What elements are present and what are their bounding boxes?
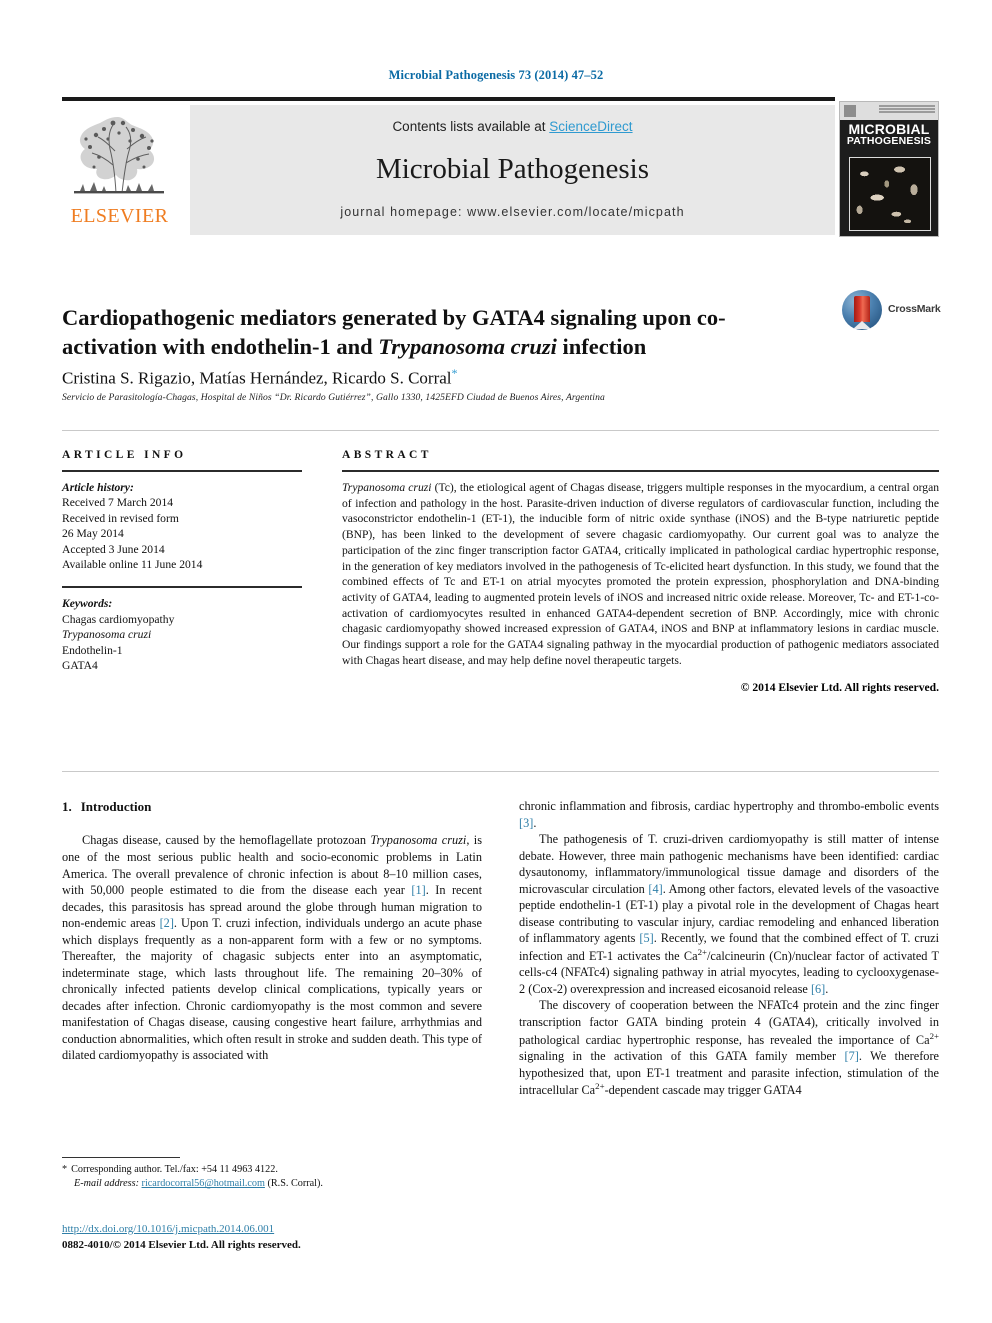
section-title: Introduction (80, 799, 152, 814)
corresponding-author-marker[interactable]: * (452, 366, 458, 380)
abstract-column: ABSTRACT Trypanosoma cruzi (Tc), the eti… (342, 449, 939, 694)
footnote-text: Corresponding author. Tel./fax: +54 11 4… (71, 1164, 278, 1175)
keyword-0: Chagas cardiomyopathy (62, 612, 175, 626)
article-history: Article history: Received 7 March 2014 R… (62, 480, 302, 572)
cover-title: MICROBIAL PATHOGENESIS (840, 122, 938, 147)
paragraph: The discovery of cooperation between the… (519, 997, 939, 1098)
history-item-2: 26 May 2014 (62, 527, 124, 541)
r3-d: -dependent cascade may trigger GATA4 (604, 1083, 802, 1098)
title-species-italic: Trypanosoma cruzi (378, 334, 557, 360)
contents-available-line: Contents lists available at ScienceDirec… (190, 119, 835, 134)
superscript-charge-1: 2+ (697, 946, 707, 957)
citation-5[interactable]: [5] (639, 931, 653, 945)
doi-link[interactable]: http://dx.doi.org/10.1016/j.micpath.2014… (62, 1223, 274, 1235)
p1-d: . Upon T. cruzi infection, individuals u… (62, 916, 482, 1063)
journal-homepage[interactable]: journal homepage: www.elsevier.com/locat… (190, 205, 835, 219)
superscript-charge-2: 2+ (929, 1030, 939, 1041)
keywords-block: Keywords: Chagas cardiomyopathy Trypanos… (62, 596, 302, 673)
citation-3[interactable]: [3] (519, 816, 533, 830)
r1-b: . (533, 815, 537, 830)
r3-b: signaling in the activation of this GATA… (519, 1049, 845, 1064)
crossmark-icon[interactable] (842, 290, 882, 330)
info-band-top-rule (62, 430, 939, 431)
abstract-rule (342, 470, 939, 472)
crossmark-book-icon (853, 296, 871, 329)
crossmark-label: CrossMark (888, 303, 941, 315)
footnote-rule (62, 1157, 180, 1158)
cover-title-line2: PATHOGENESIS (846, 135, 932, 148)
section-number: 1. (62, 799, 72, 814)
r2-e: . (825, 981, 829, 996)
sciencedirect-link[interactable]: ScienceDirect (549, 119, 632, 134)
affiliation: Servicio de Parasitología-Chagas, Hospit… (62, 392, 605, 403)
running-head: Microbial Pathogenesis 73 (2014) 47–52 (388, 68, 604, 82)
author-list: Cristina S. Rigazio, Matías Hernández, R… (62, 366, 862, 389)
paragraph: Chagas disease, caused by the hemoflagel… (62, 832, 482, 1063)
cover-meta-lines (879, 105, 935, 116)
p1-species: Trypanosoma cruzi (370, 833, 467, 848)
citation-2[interactable]: [2] (160, 916, 174, 930)
history-item-0: Received 7 March 2014 (62, 496, 174, 510)
citation-4[interactable]: [4] (648, 882, 662, 896)
article-info-heading: ARTICLE INFO (62, 449, 187, 461)
journal-title: Microbial Pathogenesis (375, 153, 650, 185)
citation-6[interactable]: [6] (811, 982, 825, 996)
history-item-1: Received in revised form (62, 511, 179, 525)
elsevier-tree-icon (74, 117, 164, 194)
keyword-3: GATA4 (62, 659, 98, 673)
elsevier-wordmark: ELSEVIER (70, 205, 169, 227)
p1-a: Chagas disease, caused by the hemoflagel… (82, 833, 371, 848)
cover-topbar (840, 102, 938, 120)
journal-cover-thumbnail: MICROBIAL PATHOGENESIS (839, 101, 939, 237)
body-column-right: chronic inflammation and fibrosis, cardi… (519, 798, 939, 1099)
history-item-4: Available online 11 June 2014 (62, 558, 203, 572)
doi-block: http://dx.doi.org/10.1016/j.micpath.2014… (62, 1222, 492, 1254)
article-history-label: Article history: (62, 481, 134, 494)
title-part-2: infection (556, 334, 647, 360)
contents-prefix: Contents lists available at (392, 119, 550, 134)
abstract-lead-italic: Trypanosoma cruzi (342, 481, 432, 494)
page-title: Cardiopathogenic mediators generated by … (62, 303, 762, 362)
article-info-rule (62, 470, 302, 472)
paper-page: Microbial Pathogenesis 73 (2014) 47–52 E… (0, 0, 992, 1323)
corresponding-author-footnote: * Corresponding author. Tel./fax: +54 11 … (62, 1163, 482, 1192)
author-names: Cristina S. Rigazio, Matías Hernández, R… (62, 368, 452, 388)
email-link[interactable]: ricardocorral56@hotmail.com (142, 1178, 265, 1189)
keyword-2: Endothelin-1 (62, 643, 123, 657)
citation-7[interactable]: [7] (845, 1049, 859, 1063)
issn-copyright-line: 0882-4010/© 2014 Elsevier Ltd. All right… (62, 1238, 301, 1251)
section-heading-introduction: 1. Introduction (62, 798, 482, 815)
body-column-left: 1. Introduction Chagas disease, caused by… (62, 798, 482, 1064)
email-label: E-mail address: (74, 1178, 139, 1190)
paragraph: chronic inflammation and fibrosis, cardi… (519, 798, 939, 831)
r3-a: The discovery of cooperation between the… (519, 998, 939, 1047)
masthead-rule (62, 97, 835, 101)
citation-1[interactable]: [1] (411, 883, 425, 897)
superscript-charge-3: 2+ (595, 1081, 605, 1092)
abstract-text: Trypanosoma cruzi (Tc), the etiological … (342, 480, 939, 668)
keyword-1: Trypanosoma cruzi (62, 628, 152, 642)
journal-masthead: ELSEVIER Contents lists available at Sci… (62, 97, 939, 237)
footnote-star: * (62, 1164, 68, 1175)
paragraph: The pathogenesis of T. cruzi-driven card… (519, 831, 939, 997)
info-band-bottom-rule (62, 771, 939, 772)
elsevier-logo: ELSEVIER (62, 105, 177, 235)
abstract-heading: ABSTRACT (342, 449, 432, 461)
abstract-copyright: © 2014 Elsevier Ltd. All rights reserved… (740, 681, 939, 695)
email-suffix: (R.S. Corral). (267, 1178, 323, 1190)
history-item-3: Accepted 3 June 2014 (62, 542, 165, 556)
keywords-rule (62, 586, 302, 589)
cover-title-line1: MICROBIAL (848, 121, 930, 137)
r1-a: chronic inflammation and fibrosis, cardi… (519, 799, 939, 813)
article-info-column: ARTICLE INFO Article history: Received 7… (62, 449, 302, 673)
sciencedirect-band: Contents lists available at ScienceDirec… (190, 105, 835, 235)
abstract-body: (Tc), the etiological agent of Chagas di… (342, 481, 940, 667)
cover-elsevier-icon (844, 105, 856, 117)
crossmark-badge-group[interactable]: CrossMark (842, 290, 946, 330)
keywords-label: Keywords: (62, 597, 113, 611)
cover-micrograph-image (849, 157, 931, 231)
